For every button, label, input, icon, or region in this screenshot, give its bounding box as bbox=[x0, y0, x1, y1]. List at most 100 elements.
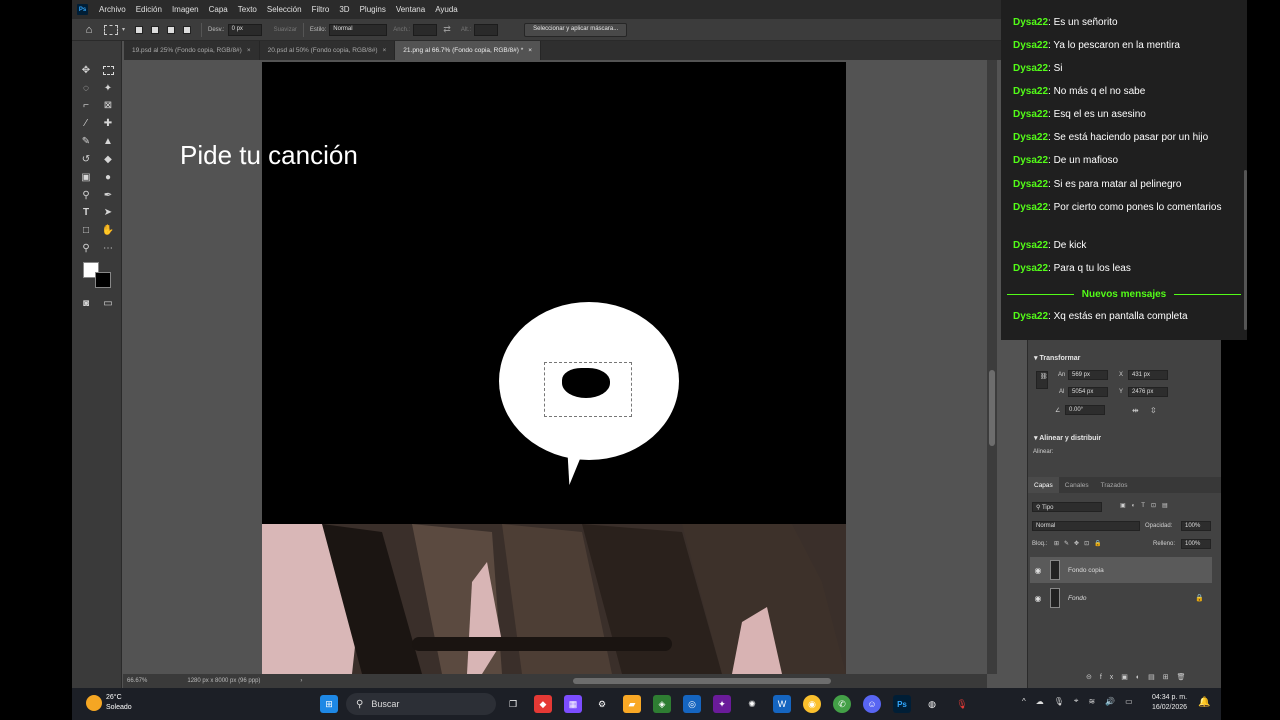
hand-tool-icon[interactable]: ✋ bbox=[101, 223, 115, 237]
app-icon[interactable]: ◆ bbox=[534, 695, 552, 713]
settings-icon[interactable]: ⚙ bbox=[593, 695, 611, 713]
chevron-down-icon[interactable]: ▾ bbox=[122, 26, 125, 33]
weather-widget[interactable]: 26°C Soleado bbox=[86, 693, 132, 713]
marquee-preset-icon[interactable] bbox=[104, 24, 118, 35]
menu-filtro[interactable]: Filtro bbox=[307, 5, 335, 14]
layer-fondo-copia[interactable]: ◉ Fondo copia bbox=[1030, 557, 1212, 583]
flip-horizontal-icon[interactable]: ⇹ bbox=[1132, 406, 1139, 415]
eraser-tool-icon[interactable]: ◆ bbox=[101, 152, 115, 166]
screen-mode-icon[interactable]: ▭ bbox=[101, 296, 115, 310]
menu-seleccion[interactable]: Selección bbox=[262, 5, 307, 14]
link-icon[interactable]: ⛓ bbox=[1036, 371, 1048, 389]
tray-app-icon[interactable]: ☁ bbox=[1036, 697, 1044, 706]
opacity-field[interactable]: 100% bbox=[1181, 521, 1211, 531]
pen-tool-icon[interactable]: ✒ bbox=[101, 188, 115, 202]
menu-texto[interactable]: Texto bbox=[233, 5, 262, 14]
wifi-icon[interactable]: ≋ bbox=[1088, 697, 1095, 706]
microphone-icon[interactable]: 🎙 bbox=[953, 695, 971, 713]
angle-field[interactable]: 0.00° bbox=[1065, 405, 1105, 415]
whatsapp-icon[interactable]: ✆ bbox=[833, 695, 851, 713]
tab-19-psd[interactable]: 19.psd al 25% (Fondo copia, RGB/8#) × bbox=[124, 41, 260, 60]
battery-icon[interactable]: ▭ bbox=[1125, 697, 1133, 706]
marquee-tool-icon[interactable] bbox=[101, 63, 115, 77]
blend-mode-select[interactable]: Normal bbox=[1032, 521, 1140, 531]
lasso-tool-icon[interactable]: ◌ bbox=[79, 81, 93, 95]
frame-tool-icon[interactable]: ⊠ bbox=[101, 98, 115, 112]
style-select[interactable]: Normal bbox=[329, 23, 388, 36]
gradient-tool-icon[interactable]: ▣ bbox=[79, 170, 93, 184]
eye-icon[interactable]: ◉ bbox=[1030, 594, 1046, 603]
location-icon[interactable]: ⌖ bbox=[1074, 696, 1079, 706]
layer-filter-select[interactable]: ⚲ Tipo bbox=[1032, 502, 1102, 512]
menu-imagen[interactable]: Imagen bbox=[167, 5, 204, 14]
search-box[interactable]: ⚲ Buscar bbox=[346, 693, 496, 715]
more-tools-icon[interactable]: ⋯ bbox=[101, 241, 115, 255]
menu-archivo[interactable]: Archivo bbox=[94, 5, 131, 14]
tab-20-psd[interactable]: 20.psd al 50% (Fondo copia, RGB/8#) × bbox=[260, 41, 396, 60]
dodge-tool-icon[interactable]: ⚲ bbox=[79, 188, 93, 202]
width-field[interactable]: 569 px bbox=[1068, 370, 1108, 380]
subtract-selection-icon[interactable] bbox=[167, 25, 176, 34]
height-field[interactable]: 5054 px bbox=[1068, 387, 1108, 397]
eye-icon[interactable]: ◉ bbox=[1030, 566, 1046, 575]
lock-icons[interactable]: ⊞✎✥⊡🔒 bbox=[1054, 540, 1107, 547]
app-icon[interactable]: ▦ bbox=[564, 695, 582, 713]
chevron-up-icon[interactable]: ^ bbox=[1022, 697, 1026, 706]
clock[interactable]: 04:34 p. m. 16/02/2026 bbox=[1152, 693, 1187, 713]
close-icon[interactable]: × bbox=[528, 47, 532, 54]
app-icon[interactable]: ◈ bbox=[653, 695, 671, 713]
close-icon[interactable]: × bbox=[247, 47, 251, 54]
new-selection-icon[interactable] bbox=[135, 25, 144, 34]
chatgpt-icon[interactable]: ✺ bbox=[743, 695, 761, 713]
app-icon[interactable]: ✦ bbox=[713, 695, 731, 713]
y-field[interactable]: 2476 px bbox=[1128, 387, 1168, 397]
app-icon[interactable]: ◎ bbox=[683, 695, 701, 713]
home-icon[interactable]: ⌂ bbox=[82, 23, 96, 37]
select-and-mask-button[interactable]: Seleccionar y aplicar máscara... bbox=[524, 22, 628, 37]
type-tool-icon[interactable]: T bbox=[79, 205, 93, 219]
transform-section-title[interactable]: ▾ Transformar bbox=[1034, 354, 1080, 362]
tab-canales[interactable]: Canales bbox=[1059, 482, 1095, 489]
rectangle-tool-icon[interactable]: □ bbox=[79, 223, 93, 237]
photoshop-icon[interactable]: Ps bbox=[893, 695, 911, 713]
align-section-title[interactable]: ▾ Alinear y distribuir bbox=[1034, 434, 1101, 442]
eyedropper-icon[interactable]: ⁄ bbox=[79, 116, 93, 130]
background-color-swatch[interactable] bbox=[95, 272, 111, 288]
menu-edicion[interactable]: Edición bbox=[131, 5, 167, 14]
flip-vertical-icon[interactable]: ⇳ bbox=[1150, 406, 1157, 415]
zoom-level[interactable]: 66.67% bbox=[127, 678, 147, 684]
chevron-right-icon[interactable]: › bbox=[300, 678, 302, 684]
zoom-tool-icon[interactable]: ⚲ bbox=[79, 241, 93, 255]
layer-actions-icons[interactable]: ⊝fx▣◐▤⊞🗑 bbox=[1086, 673, 1194, 681]
blur-tool-icon[interactable]: ● bbox=[101, 170, 115, 184]
app-icon[interactable]: ◍ bbox=[923, 695, 941, 713]
swap-icon[interactable]: ⇄ bbox=[443, 24, 451, 35]
move-tool-icon[interactable]: ✥ bbox=[79, 63, 93, 77]
notification-icon[interactable]: 🔔 bbox=[1198, 697, 1210, 711]
antialias-checkbox-label[interactable]: Suavizar bbox=[274, 27, 297, 33]
stamp-tool-icon[interactable]: ▲ bbox=[101, 134, 115, 148]
menu-3d[interactable]: 3D bbox=[334, 5, 354, 14]
menu-ventana[interactable]: Ventana bbox=[391, 5, 430, 14]
volume-icon[interactable]: 🔊 bbox=[1105, 697, 1115, 706]
path-selection-icon[interactable]: ➤ bbox=[101, 205, 115, 219]
menu-ayuda[interactable]: Ayuda bbox=[430, 5, 463, 14]
menu-plugins[interactable]: Plugins bbox=[355, 5, 391, 14]
vertical-scrollbar[interactable] bbox=[989, 370, 995, 446]
microphone-tray-icon[interactable]: 🎙 bbox=[1054, 697, 1064, 706]
task-view-icon[interactable]: ❐ bbox=[504, 695, 522, 713]
width-input[interactable] bbox=[413, 23, 438, 36]
height-input[interactable] bbox=[474, 23, 499, 36]
tab-21-png[interactable]: 21.png al 66.7% (Fondo copia, RGB/8#) * × bbox=[395, 41, 542, 60]
quick-mask-icon[interactable]: ◙ bbox=[79, 296, 93, 310]
brush-tool-icon[interactable]: ✎ bbox=[79, 134, 93, 148]
crop-tool-icon[interactable]: ⌐ bbox=[79, 98, 93, 112]
x-field[interactable]: 431 px bbox=[1128, 370, 1168, 380]
magic-wand-icon[interactable]: ✦ bbox=[101, 81, 115, 95]
layer-filter-icons[interactable]: ▣◐T⊡▤ bbox=[1120, 502, 1174, 509]
horizontal-scrollbar[interactable] bbox=[573, 678, 831, 684]
chat-scrollbar[interactable] bbox=[1244, 170, 1247, 330]
close-icon[interactable]: × bbox=[382, 47, 386, 54]
menu-capa[interactable]: Capa bbox=[204, 5, 233, 14]
layer-fondo[interactable]: ◉ Fondo 🔒 bbox=[1030, 585, 1212, 611]
